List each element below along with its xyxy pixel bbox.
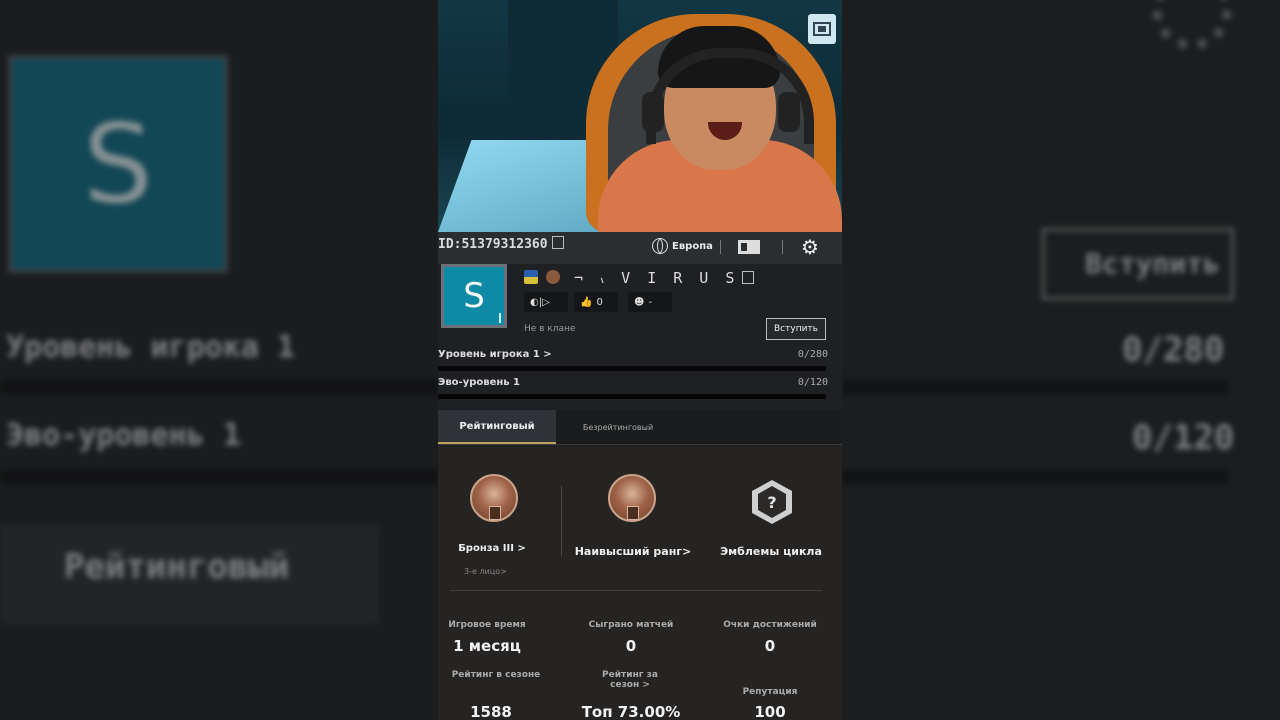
stat-value-playtime: 1 месяц [453,637,521,655]
mood-icon: ☻ [634,296,645,308]
thumbs-up-icon: 👍 [580,296,593,308]
bg-evo-level: Эво-уровень 1 [6,418,241,453]
player-level-row[interactable]: Уровень игрока 1 > 0/280 [438,349,828,360]
stat-value-season-rank: Топ 73.00% [581,703,681,720]
current-rank-perspective: 3-е лицо> [464,567,507,576]
rank-badge-icon [546,270,560,284]
stat-label-achievements: Очки достижений [723,620,817,630]
region-selector[interactable]: Европа [652,238,713,254]
player-nickname: ¬ ៶ V I R U S [574,268,755,288]
stat-label-season-rating: Рейтинг в сезоне [451,670,541,680]
copy-nickname-icon[interactable] [742,271,755,284]
stat-value-matches: 0 [625,637,637,655]
background-left-blur: S Уровень игрока 1 Эво-уровень 1 Рейтинг… [0,0,438,720]
id-card-icon[interactable] [738,240,760,254]
season-emblems-label[interactable]: Эмблемы цикла [718,545,824,558]
bg-player-level-value: 0/280 [1122,330,1225,370]
bronze-medal-icon[interactable] [470,474,518,522]
stat-label-season-rank[interactable]: Рейтинг за сезон > [588,670,672,690]
title-badge-icon: ◐|▷ [530,296,550,308]
copy-id-icon[interactable] [551,236,564,249]
bg-gear-icon [1152,0,1232,50]
stat-value-season-rating: 1588 [470,703,512,720]
join-clan-button[interactable]: Вступить [766,318,826,340]
title-badge[interactable]: ◐|▷ [524,292,568,312]
current-rank-label[interactable]: Бронза III > [448,543,536,554]
clan-status: Не в клане [524,324,576,334]
minimap-icon [808,14,836,44]
stat-value-achievements: 0 [764,637,776,655]
evo-level-row: Эво-уровень 1 0/120 [438,377,828,388]
tab-ranked[interactable]: Рейтинговый [438,410,556,444]
bg-bar-1 [0,380,438,394]
svg-text:?: ? [767,493,776,512]
likes-counter[interactable]: 👍 0 [574,292,618,312]
stat-value-reputation: 100 [754,703,786,720]
background-right-blur: Вступить 0/280 0/120 [842,0,1280,720]
phone-view: ID:51379312360 Европа ⚙ S ¬ ៶ V I R U S … [438,0,842,720]
webcam-overlay [438,0,842,232]
highest-rank-medal-icon[interactable] [608,474,656,522]
tab-unranked[interactable]: Безрейтинговый [568,410,668,444]
stat-label-playtime: Игровое время [448,620,526,630]
bg-ranked-tab: Рейтинговый [0,525,378,625]
country-flag-icon [524,270,538,284]
mood-indicator[interactable]: ☻ - [628,292,672,312]
player-id: ID:51379312360 [438,236,564,252]
avatar[interactable]: S [441,264,507,328]
highest-rank-label[interactable]: Наивысший ранг> [570,545,696,558]
bg-avatar: S [8,55,228,273]
stat-label-matches: Сыграно матчей [588,620,674,630]
bg-evo-level-value: 0/120 [1132,418,1235,458]
bg-bar-2 [0,470,438,484]
stat-label-reputation: Репутация [742,687,798,697]
bg-player-level: Уровень игрока 1 [6,330,295,365]
player-level-progress [438,366,826,371]
season-emblem-icon[interactable]: ? [748,478,796,526]
settings-gear-icon[interactable]: ⚙ [800,237,820,257]
evo-level-progress [438,394,826,399]
bg-join-button: Вступить [1042,228,1234,300]
globe-icon [652,238,668,254]
